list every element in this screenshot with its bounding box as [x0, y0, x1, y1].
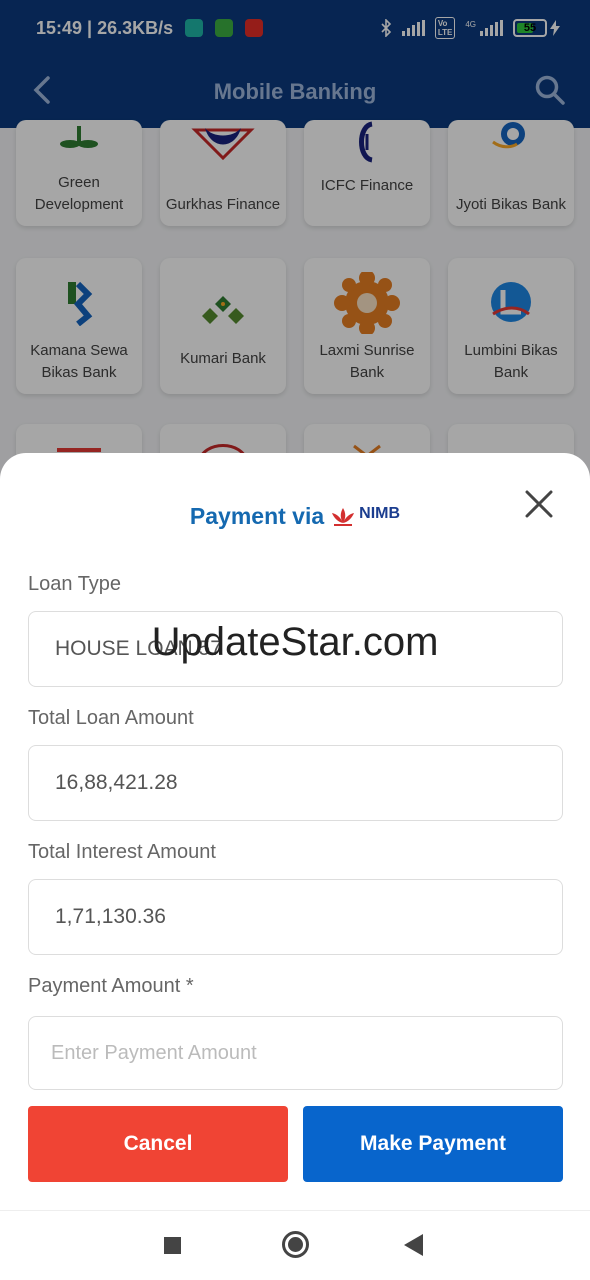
sheet-title: Payment via NIMB [0, 503, 590, 530]
total-loan-amount-value: 16,88,421.28 [55, 771, 178, 794]
back-icon[interactable] [404, 1234, 423, 1256]
home-icon[interactable] [282, 1231, 309, 1258]
total-loan-amount-field[interactable]: 16,88,421.28 [28, 745, 563, 821]
nimb-logo: NIMB [330, 504, 401, 527]
system-nav-bar [0, 1210, 590, 1280]
payment-amount-field[interactable] [28, 1016, 563, 1090]
total-loan-amount-label: Total Loan Amount [28, 707, 194, 729]
payment-bottom-sheet: Payment via NIMB Loan Type HOUSE LOAN 57… [0, 453, 590, 1210]
total-interest-amount-label: Total Interest Amount [28, 841, 216, 863]
sheet-title-text: Payment via [189, 503, 325, 529]
recent-apps-icon[interactable] [164, 1237, 181, 1254]
nimb-brand-text: NIMB [359, 504, 401, 522]
payment-amount-input[interactable] [51, 1041, 562, 1065]
total-interest-amount-value: 1,71,130.36 [55, 905, 166, 928]
close-icon[interactable] [522, 487, 556, 521]
cancel-button[interactable]: Cancel [28, 1106, 288, 1182]
nimb-flower-icon [332, 507, 355, 526]
watermark: UpdateStar.com [151, 620, 439, 664]
payment-amount-label: Payment Amount * [28, 975, 194, 997]
loan-type-label: Loan Type [28, 573, 122, 595]
total-interest-amount-field[interactable]: 1,71,130.36 [28, 879, 563, 955]
make-payment-button[interactable]: Make Payment [303, 1106, 563, 1182]
